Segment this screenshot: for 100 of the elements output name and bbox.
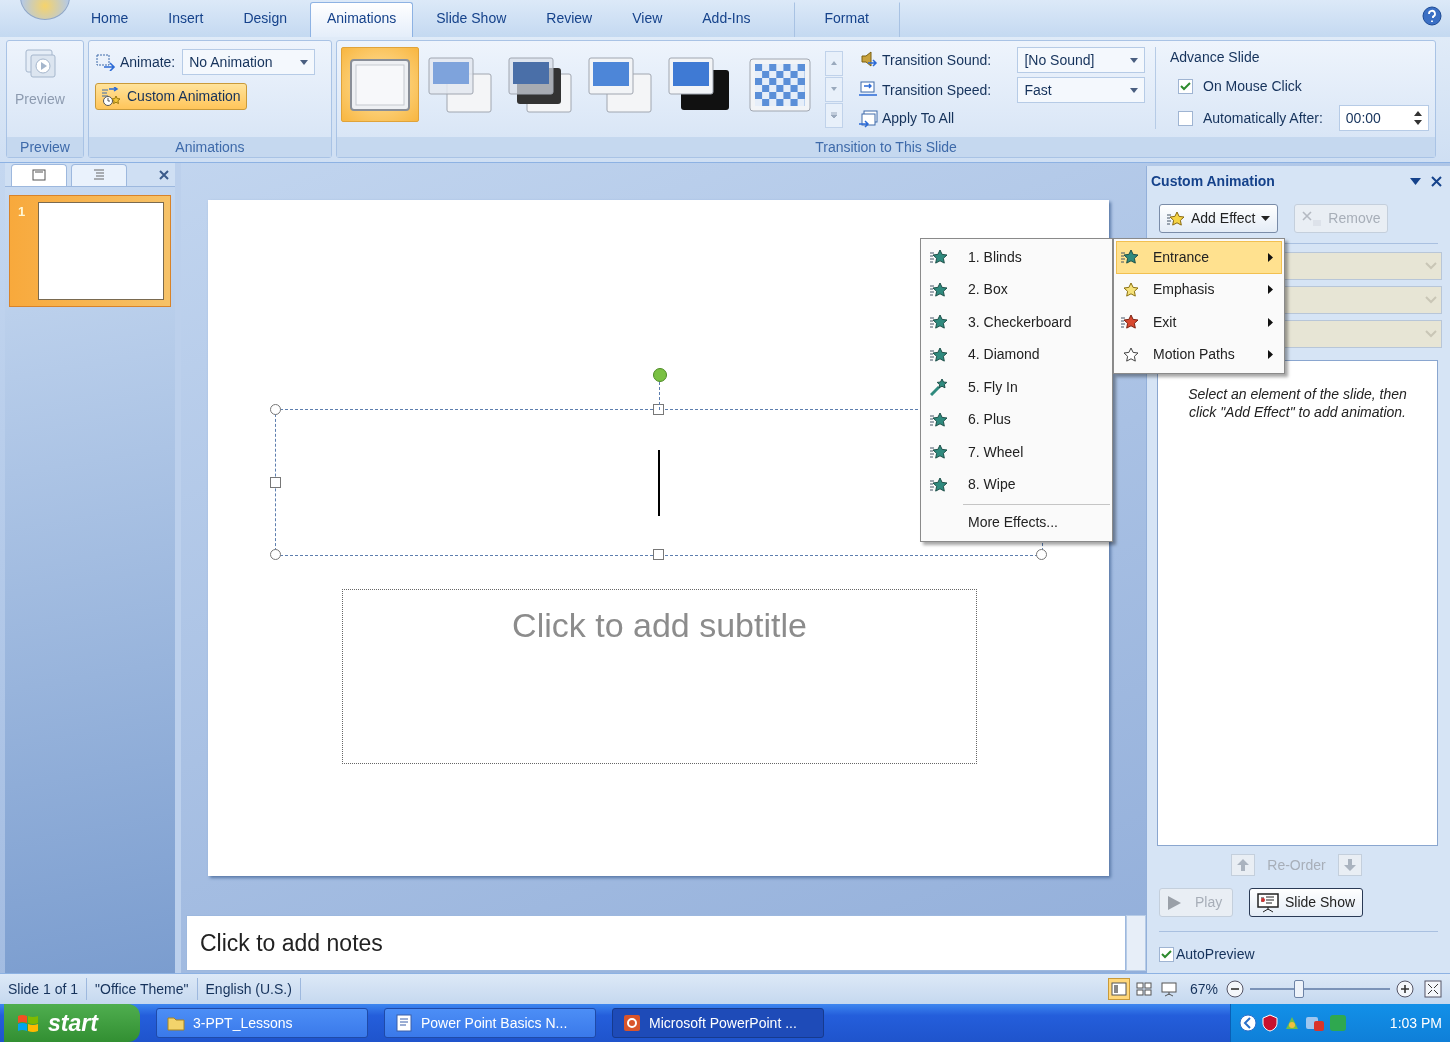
menu-item[interactable]: 4. Diamond <box>923 338 1110 371</box>
transition-sound-dropdown[interactable]: [No Sound] <box>1017 47 1145 73</box>
shield-icon <box>1261 1014 1279 1032</box>
ribbon-tab[interactable]: Review <box>529 2 610 37</box>
ribbon-tab[interactable]: Design <box>226 2 304 37</box>
messenger-icon <box>1329 1014 1347 1032</box>
close-button[interactable] <box>159 169 169 180</box>
transition-sound-label: Transition Sound: <box>855 48 1018 72</box>
menu-item[interactable]: 5. Fly In <box>923 371 1110 404</box>
group-caption: Preview <box>7 137 83 157</box>
menu-item[interactable]: Emphasis <box>1116 273 1282 306</box>
menu-item[interactable]: 8. Wipe <box>923 468 1110 501</box>
option-label: On Mouse Click <box>1203 77 1302 96</box>
rotate-handle[interactable] <box>653 368 667 382</box>
slider-thumb[interactable] <box>1294 980 1304 998</box>
slides-tab[interactable] <box>11 163 67 186</box>
menu-item[interactable]: 6. Plus <box>923 403 1110 436</box>
slide-show-button[interactable]: Slide Show <box>1249 888 1364 917</box>
taskbar-button[interactable]: Power Point Basics N... <box>384 1008 596 1038</box>
slide-icon <box>32 169 46 181</box>
placeholder-text: Click to add subtitle <box>512 605 807 646</box>
fit-to-window-button[interactable] <box>1424 980 1442 998</box>
resize-handle[interactable] <box>270 549 281 560</box>
add-effect-button[interactable]: Add Effect <box>1159 204 1279 233</box>
time-spinner[interactable]: 00:00 <box>1338 105 1429 131</box>
menu-item[interactable]: More Effects... <box>923 505 1110 539</box>
ribbon-tab[interactable]: Add-Ins <box>685 2 768 37</box>
clock: 1:03 PM <box>1389 1013 1442 1033</box>
submenu-arrow-icon <box>1268 317 1273 327</box>
resize-handle[interactable] <box>653 404 664 415</box>
move-up-button[interactable] <box>1231 854 1256 876</box>
zoom-level: 67% <box>1189 979 1218 999</box>
resize-handle[interactable] <box>1036 549 1047 560</box>
animate-label: Animate: <box>95 50 177 74</box>
close-button[interactable] <box>1431 175 1442 187</box>
presentation-icon <box>623 1014 641 1032</box>
taskbar-button[interactable]: Microsoft PowerPoint ... <box>612 1008 824 1038</box>
menu-item[interactable]: 7. Wheel <box>923 436 1110 469</box>
resize-handle[interactable] <box>653 549 664 560</box>
menu-item[interactable]: Motion Paths <box>1116 338 1282 371</box>
resize-handle[interactable] <box>270 476 281 488</box>
menu-item[interactable]: 3. Checkerboard <box>923 306 1110 339</box>
checkbox[interactable] <box>1178 110 1193 126</box>
menu-item[interactable]: 2. Box <box>923 273 1110 306</box>
ribbon-tab[interactable]: View <box>615 2 680 37</box>
spin-arrows-icon <box>1413 111 1422 125</box>
transition-speed-label: Transition Speed: <box>855 78 1018 102</box>
ribbon-tab[interactable]: Animations <box>309 2 414 37</box>
star-icon <box>930 410 948 429</box>
custom-animation-button[interactable]: Custom Animation <box>95 83 247 110</box>
apply-all-icon <box>858 108 878 129</box>
animate-dropdown[interactable]: No Animation <box>182 49 316 75</box>
menu-item[interactable]: Entrance <box>1116 241 1282 274</box>
outline-tab[interactable] <box>71 163 127 186</box>
projector-screen-icon <box>1257 892 1279 913</box>
hint-text: Select an element of the slide, then click "Add Effect" to add animation. <box>1187 385 1408 421</box>
alert-icon <box>1305 1014 1325 1032</box>
checkbox[interactable] <box>1159 947 1174 962</box>
ribbon-tab[interactable]: Insert <box>151 2 221 37</box>
option-label: AutoPreview <box>1176 945 1255 964</box>
expand-icon <box>830 112 838 119</box>
animate-icon <box>96 53 116 71</box>
caret-icon <box>1261 216 1271 221</box>
group-caption: Transition to This Slide <box>337 137 1435 157</box>
status-language: English (U.S.) <box>197 978 301 1000</box>
resize-handle[interactable] <box>270 404 281 415</box>
star-icon <box>930 248 948 267</box>
help-icon <box>1422 6 1442 26</box>
scroll-up-button[interactable] <box>825 51 843 76</box>
windows-flag-icon <box>16 1012 40 1034</box>
star-icon <box>930 313 948 332</box>
normal-view-button[interactable] <box>1107 978 1130 1000</box>
status-theme: "Office Theme" <box>87 978 198 1000</box>
play-icon <box>1167 895 1181 910</box>
ribbon-tab[interactable]: Home <box>74 2 146 37</box>
taskbar-button[interactable]: 3-PPT_Lessons <box>156 1008 368 1038</box>
zoom-in-button[interactable] <box>1396 980 1414 998</box>
ribbon-tab[interactable]: Slide Show <box>419 2 524 37</box>
zoom-out-button[interactable] <box>1226 980 1244 998</box>
star-icon <box>1121 345 1139 364</box>
star-icon <box>930 345 948 364</box>
star-icon <box>1121 248 1139 267</box>
apply-to-all-button[interactable]: Apply To All <box>855 107 958 130</box>
gallery-more-button[interactable] <box>825 103 843 128</box>
menu-item[interactable]: Exit <box>1116 306 1282 339</box>
notes-field[interactable]: Click to add notes <box>186 915 1126 971</box>
star-icon <box>930 475 948 494</box>
plus-icon <box>1396 980 1414 998</box>
move-down-button[interactable] <box>1337 854 1362 876</box>
submenu-arrow-icon <box>1268 252 1273 262</box>
menu-item[interactable]: 1. Blinds <box>923 241 1110 274</box>
scrollbar[interactable] <box>1126 915 1146 971</box>
scroll-down-button[interactable] <box>825 77 843 102</box>
pane-title: Custom Animation <box>1151 171 1275 191</box>
minus-icon <box>1226 980 1244 998</box>
document-icon <box>395 1014 413 1032</box>
transition-speed-dropdown[interactable]: Fast <box>1017 77 1145 103</box>
folder-icon <box>167 1014 185 1032</box>
checkbox[interactable] <box>1178 79 1193 94</box>
star-icon <box>930 280 948 299</box>
